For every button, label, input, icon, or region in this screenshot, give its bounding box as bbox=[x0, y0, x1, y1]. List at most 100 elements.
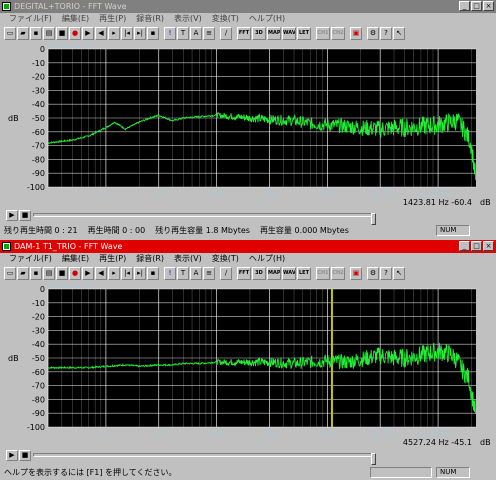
list-icon[interactable]: ▣ bbox=[350, 26, 362, 40]
minimize-button[interactable]: _ bbox=[459, 241, 470, 251]
pencil-icon[interactable]: ∕ bbox=[220, 266, 232, 280]
fft-chart-2: 0 -10 -20 -30 -40 -50 -60 -70 -80 -90 -100 10 30 100 3… bbox=[8, 281, 491, 447]
position-slider[interactable] bbox=[33, 213, 376, 225]
pencil-icon[interactable]: ∕ bbox=[220, 26, 232, 40]
new-icon[interactable]: ▭ bbox=[4, 266, 16, 280]
pointer-help-icon[interactable]: ↖ bbox=[393, 26, 405, 40]
app-icon[interactable] bbox=[2, 2, 11, 11]
position-slider[interactable] bbox=[33, 453, 376, 465]
x-tick-label: 30 bbox=[154, 429, 164, 438]
play-icon[interactable]: ▶ bbox=[82, 26, 94, 40]
menu-record[interactable]: 録音(R) bbox=[131, 13, 169, 25]
stop-button[interactable]: ■ bbox=[19, 210, 31, 221]
y-axis-label: dB bbox=[8, 354, 19, 363]
stop-icon[interactable]: ■ bbox=[56, 26, 68, 40]
menu-play[interactable]: 再生(P) bbox=[94, 253, 131, 265]
settings-icon[interactable]: ⚙ bbox=[367, 26, 379, 40]
end-icon[interactable]: ▪ bbox=[147, 26, 159, 40]
open-icon[interactable]: ▰ bbox=[17, 26, 29, 40]
menu-edit[interactable]: 編集(E) bbox=[57, 253, 94, 265]
ch2-icon[interactable]: CH2 bbox=[331, 26, 345, 40]
skip-forward-icon[interactable]: ▸| bbox=[134, 26, 146, 40]
play-icon[interactable]: ▶ bbox=[82, 266, 94, 280]
list-small-icon[interactable]: ≡ bbox=[203, 266, 215, 280]
info-icon[interactable]: ! bbox=[164, 26, 176, 40]
x-tick-label: 300 bbox=[262, 189, 277, 198]
close-button[interactable]: × bbox=[483, 241, 494, 251]
menu-file[interactable]: ファイル(F) bbox=[4, 13, 57, 25]
menu-view[interactable]: 表示(V) bbox=[169, 253, 207, 265]
rewind-icon[interactable]: ◀ bbox=[95, 26, 107, 40]
minimize-button[interactable]: _ bbox=[459, 1, 470, 11]
rewind-icon[interactable]: ◀ bbox=[95, 266, 107, 280]
menu-record[interactable]: 録音(R) bbox=[131, 253, 169, 265]
end-icon[interactable]: ▪ bbox=[147, 266, 159, 280]
ch1-icon[interactable]: CH1 bbox=[316, 26, 330, 40]
maximize-button[interactable]: □ bbox=[471, 241, 482, 251]
map-icon[interactable]: MAP bbox=[267, 266, 281, 280]
window-2-toolbar: ▭ ▰ ▪ ▤ ■ ● ▶ ◀ ▸ |◂ ▸| ▪ ! T A ≡ ∕ FFT … bbox=[0, 265, 496, 281]
menu-help[interactable]: ヘルプ(H) bbox=[244, 13, 290, 25]
help-icon[interactable]: ? bbox=[380, 266, 392, 280]
menu-play[interactable]: 再生(P) bbox=[94, 13, 131, 25]
3d-icon[interactable]: 3D bbox=[252, 266, 266, 280]
ch2-icon[interactable]: CH2 bbox=[331, 266, 345, 280]
skip-forward-icon[interactable]: ▸| bbox=[134, 266, 146, 280]
position-thumb[interactable] bbox=[371, 453, 376, 465]
text-icon[interactable]: T bbox=[177, 266, 189, 280]
window-2-title: DAM-1 T1_TRIO - FFT Wave bbox=[14, 242, 123, 251]
right-unit-label: dB bbox=[480, 438, 491, 447]
stop-button[interactable]: ■ bbox=[19, 450, 31, 461]
list-small-icon[interactable]: ≡ bbox=[203, 26, 215, 40]
print-icon[interactable]: ▤ bbox=[43, 26, 55, 40]
3d-icon[interactable]: 3D bbox=[252, 26, 266, 40]
window-1-titlebar[interactable]: DEGITAL+TORIO - FFT Wave _ □ × bbox=[0, 0, 496, 13]
menu-file[interactable]: ファイル(F) bbox=[4, 253, 57, 265]
font-icon[interactable]: A bbox=[190, 26, 202, 40]
play-button[interactable]: ▶ bbox=[6, 450, 18, 461]
play-button[interactable]: ▶ bbox=[6, 210, 18, 221]
skip-back-icon[interactable]: |◂ bbox=[121, 26, 133, 40]
menu-help[interactable]: ヘルプ(H) bbox=[244, 253, 290, 265]
font-icon[interactable]: A bbox=[190, 266, 202, 280]
fft-icon[interactable]: FFT bbox=[237, 26, 251, 40]
record-icon[interactable]: ● bbox=[69, 266, 81, 280]
window-1-toolbar: ▭ ▰ ▪ ▤ ■ ● ▶ ◀ ▸ |◂ ▸| ▪ ! T A ≡ ∕ FFT … bbox=[0, 25, 496, 41]
ch1-icon[interactable]: CH1 bbox=[316, 266, 330, 280]
y-axis-label: dB bbox=[8, 114, 19, 123]
window-1-menubar: ファイル(F) 編集(E) 再生(P) 録音(R) 表示(V) 変換(T) ヘル… bbox=[0, 13, 496, 25]
stop-icon[interactable]: ■ bbox=[56, 266, 68, 280]
wave-icon[interactable]: WAV bbox=[282, 26, 296, 40]
record-icon[interactable]: ● bbox=[69, 26, 81, 40]
save-icon[interactable]: ▪ bbox=[30, 26, 42, 40]
text-icon[interactable]: T bbox=[177, 26, 189, 40]
pointer-help-icon[interactable]: ↖ bbox=[393, 266, 405, 280]
y-tick-label: 0 bbox=[40, 285, 45, 294]
fast-forward-icon[interactable]: ▸ bbox=[108, 266, 120, 280]
window-2-titlebar[interactable]: DAM-1 T1_TRIO - FFT Wave _ □ × bbox=[0, 240, 496, 253]
save-icon[interactable]: ▪ bbox=[30, 266, 42, 280]
print-icon[interactable]: ▤ bbox=[43, 266, 55, 280]
map-icon[interactable]: MAP bbox=[267, 26, 281, 40]
new-icon[interactable]: ▭ bbox=[4, 26, 16, 40]
let-icon[interactable]: LET bbox=[297, 266, 311, 280]
app-icon[interactable] bbox=[2, 242, 11, 251]
open-icon[interactable]: ▰ bbox=[17, 266, 29, 280]
menu-edit[interactable]: 編集(E) bbox=[57, 13, 94, 25]
info-icon[interactable]: ! bbox=[164, 266, 176, 280]
let-icon[interactable]: LET bbox=[297, 26, 311, 40]
menu-convert[interactable]: 変換(T) bbox=[207, 13, 244, 25]
menu-view[interactable]: 表示(V) bbox=[169, 13, 207, 25]
close-button[interactable]: × bbox=[483, 1, 494, 11]
wave-icon[interactable]: WAV bbox=[282, 266, 296, 280]
list-icon[interactable]: ▣ bbox=[350, 266, 362, 280]
y-tick-label: -60 bbox=[32, 128, 45, 137]
fft-icon[interactable]: FFT bbox=[237, 266, 251, 280]
help-icon[interactable]: ? bbox=[380, 26, 392, 40]
x-tick-label: 10 bbox=[101, 429, 111, 438]
menu-convert[interactable]: 変換(T) bbox=[207, 253, 244, 265]
settings-icon[interactable]: ⚙ bbox=[367, 266, 379, 280]
fast-forward-icon[interactable]: ▸ bbox=[108, 26, 120, 40]
maximize-button[interactable]: □ bbox=[471, 1, 482, 11]
skip-back-icon[interactable]: |◂ bbox=[121, 266, 133, 280]
